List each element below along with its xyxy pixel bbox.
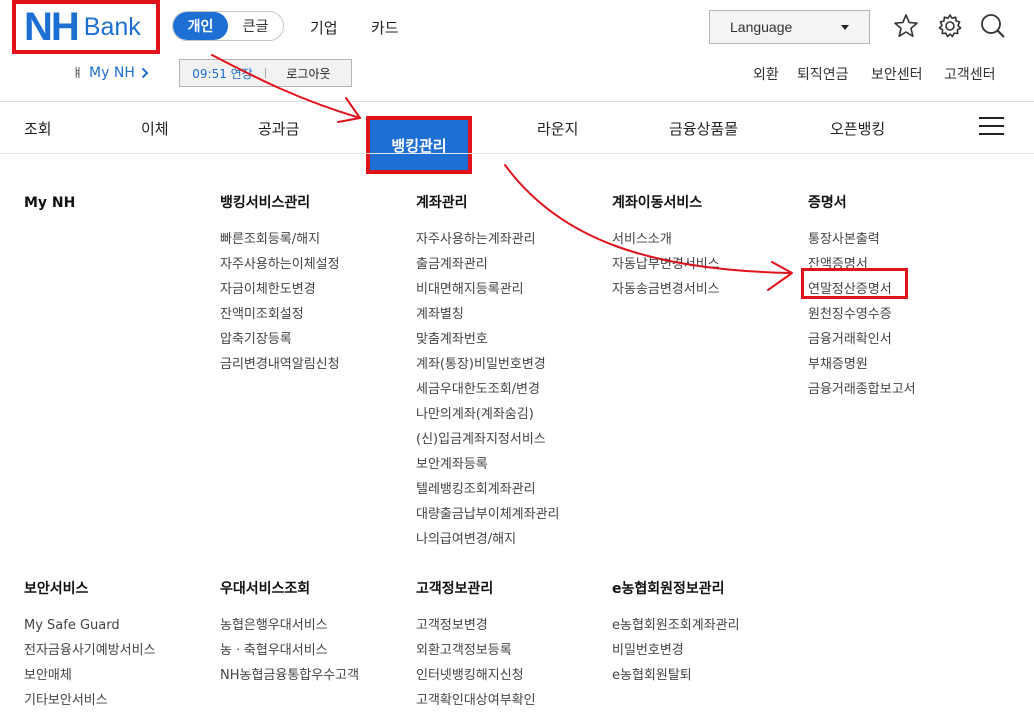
gnb-item-inquiry[interactable]: 조회 — [24, 118, 52, 139]
util-link-pension[interactable]: 퇴직연금 — [797, 64, 849, 84]
mynh-link[interactable]: ㅒ My NH — [72, 64, 149, 81]
menu-col-title: 우대서비스조회 — [220, 581, 311, 597]
menu-link[interactable]: e농협회원탈퇴 — [612, 668, 740, 693]
menu-link[interactable]: My Safe Guard — [24, 618, 156, 643]
menu-col-title: 보안서비스 — [24, 581, 89, 597]
chevron-right-icon — [141, 67, 149, 78]
util-link-customer-center[interactable]: 고객센터 — [944, 64, 996, 84]
menu-col-preferential-service: 우대서비스조회 농협은행우대서비스 농ㆍ축협우대서비스 NH농협금융통합우수고객 — [220, 580, 359, 693]
mynh-bar-glyph: ㅒ — [72, 66, 84, 80]
menu-link[interactable]: 원천징수영수증 — [808, 307, 916, 332]
menu-link[interactable]: 자동납부변경서비스 — [612, 257, 720, 282]
menu-col-title: 고객정보관리 — [416, 581, 494, 597]
menu-link[interactable]: 금융거래종합보고서 — [808, 382, 916, 407]
menu-link[interactable]: 서비스소개 — [612, 232, 720, 257]
menu-link[interactable]: 자주사용하는이체설정 — [220, 257, 340, 282]
menu-link[interactable]: 비대면해지등록관리 — [416, 282, 560, 307]
menu-col-customer-info: 고객정보관리 고객정보변경 외환고객정보등록 인터넷뱅킹해지신청 고객확인대상여… — [416, 580, 536, 718]
util-link-forex[interactable]: 외환 — [753, 64, 779, 84]
gnb-item-lounge[interactable]: 라운지 — [537, 118, 578, 139]
menu-link[interactable]: 비밀번호변경 — [612, 643, 740, 668]
gnb-bottom-divider — [0, 153, 1034, 154]
star-icon[interactable] — [892, 12, 920, 40]
menu-col-mynh: My NH — [24, 194, 75, 232]
menu-link[interactable]: 잔액미조회설정 — [220, 307, 340, 332]
language-label: Language — [730, 19, 793, 35]
session-extend-button[interactable]: 09:51 연장 — [180, 65, 265, 82]
menu-col-e-nonghyup-member: e농협회원정보관리 e농협회원조회계좌관리 비밀번호변경 e농협회원탈퇴 — [612, 580, 740, 693]
gnb-item-financial-mall[interactable]: 금융상품몰 — [669, 118, 738, 139]
toggle-personal[interactable]: 개인 — [173, 12, 228, 40]
menu-col-title: 계좌이동서비스 — [612, 195, 703, 211]
menu-col-account-switch: 계좌이동서비스 서비스소개 자동납부변경서비스 자동송금변경서비스 — [612, 194, 720, 307]
menu-link[interactable]: e농협회원조회계좌관리 — [612, 618, 740, 643]
menu-col-banking-service: 뱅킹서비스관리 빠른조회등록/해지 자주사용하는이체설정 자금이체한도변경 잔액… — [220, 194, 340, 382]
menu-link[interactable]: 보안매체 — [24, 668, 156, 693]
menu-link[interactable]: 자동송금변경서비스 — [612, 282, 720, 307]
menu-link[interactable]: 압축기장등록 — [220, 332, 340, 357]
language-select[interactable]: Language — [709, 10, 870, 44]
gnb-item-transfer[interactable]: 이체 — [141, 118, 169, 139]
menu-col-title[interactable]: My NH — [24, 194, 75, 232]
logout-button[interactable]: 로그아웃 — [266, 65, 351, 82]
highlight-box — [801, 268, 908, 299]
nh-bank-logo[interactable]: NH Bank — [12, 0, 160, 54]
menu-link[interactable]: 농협은행우대서비스 — [220, 618, 359, 643]
gnb-item-utility-bills[interactable]: 공과금 — [258, 118, 299, 139]
gnb-item-open-banking[interactable]: 오픈뱅킹 — [830, 118, 885, 139]
menu-link[interactable]: 자금이체한도변경 — [220, 282, 340, 307]
menu-link[interactable]: 세금우대한도조회/변경 — [416, 382, 560, 407]
menu-col-certificates: 증명서 통장사본출력 잔액증명서 연말정산증명서 원천징수영수증 금융거래확인서… — [808, 194, 916, 407]
logo-bank-text: Bank — [83, 12, 141, 41]
arrow-head-2 — [767, 261, 793, 291]
menu-link[interactable]: 농ㆍ축협우대서비스 — [220, 643, 359, 668]
menu-link[interactable]: 맞춤계좌번호 — [416, 332, 560, 357]
menu-link[interactable]: 인터넷뱅킹해지신청 — [416, 668, 536, 693]
search-icon[interactable] — [979, 12, 1007, 40]
menu-link[interactable]: 나만의계좌(계좌숨김) — [416, 407, 560, 432]
menu-link[interactable]: 외환고객정보등록 — [416, 643, 536, 668]
menu-col-security-service: 보안서비스 My Safe Guard 전자금융사기예방서비스 보안매체 기타보… — [24, 580, 156, 718]
menu-link[interactable]: 자주사용하는계좌관리 — [416, 232, 560, 257]
session-timer: 09:51 연장 로그아웃 — [179, 59, 352, 87]
menu-link[interactable]: 고객정보변경 — [416, 618, 536, 643]
menu-link[interactable]: 텔레뱅킹조회계좌관리 — [416, 482, 560, 507]
gear-icon[interactable] — [936, 12, 964, 40]
menu-link[interactable]: 금리변경내역알림신청 — [220, 357, 340, 382]
menu-link[interactable]: 통장사본출력 — [808, 232, 916, 257]
menu-link[interactable]: 기타보안서비스 — [24, 693, 156, 718]
caret-down-icon — [841, 25, 849, 30]
menu-link[interactable]: 계좌별칭 — [416, 307, 560, 332]
menu-col-title: 계좌관리 — [416, 195, 468, 211]
menu-link[interactable]: 금융거래확인서 — [808, 332, 916, 357]
hamburger-icon[interactable] — [979, 117, 1004, 137]
gnb-item-banking-management[interactable]: 뱅킹관리 — [366, 116, 472, 174]
menu-link[interactable]: 보안계좌등록 — [416, 457, 560, 482]
menu-link[interactable]: 나의급여변경/해지 — [416, 532, 560, 557]
top-link-card[interactable]: 카드 — [371, 17, 399, 38]
menu-link[interactable]: 고객확인대상여부확인 — [416, 693, 536, 718]
mynh-label: My NH — [89, 64, 135, 81]
menu-link[interactable]: 대량출금납부이체계좌관리 — [416, 507, 560, 532]
menu-link[interactable]: 빠른조회등록/해지 — [220, 232, 340, 257]
top-link-business[interactable]: 기업 — [310, 17, 338, 38]
logo-nh-text: NH — [24, 5, 80, 49]
menu-col-account-management: 계좌관리 자주사용하는계좌관리 출금계좌관리 비대면해지등록관리 계좌별칭 맞춤… — [416, 194, 560, 557]
toggle-large-font[interactable]: 큰글 — [228, 12, 283, 40]
menu-link[interactable]: 출금계좌관리 — [416, 257, 560, 282]
menu-link[interactable]: NH농협금융통합우수고객 — [220, 668, 359, 693]
util-link-security-center[interactable]: 보안센터 — [871, 64, 923, 84]
menu-link[interactable]: 계좌(통장)비밀번호변경 — [416, 357, 560, 382]
gnb-top-divider — [0, 101, 1034, 102]
menu-link[interactable]: (신)입금계좌지정서비스 — [416, 432, 560, 457]
menu-col-title: 뱅킹서비스관리 — [220, 195, 311, 211]
menu-col-title: 증명서 — [808, 195, 847, 211]
personal-largefont-toggle: 개인 큰글 — [172, 11, 284, 41]
menu-link[interactable]: 부채증명원 — [808, 357, 916, 382]
menu-link[interactable]: 전자금융사기예방서비스 — [24, 643, 156, 668]
menu-col-title: e농협회원정보관리 — [612, 581, 725, 597]
